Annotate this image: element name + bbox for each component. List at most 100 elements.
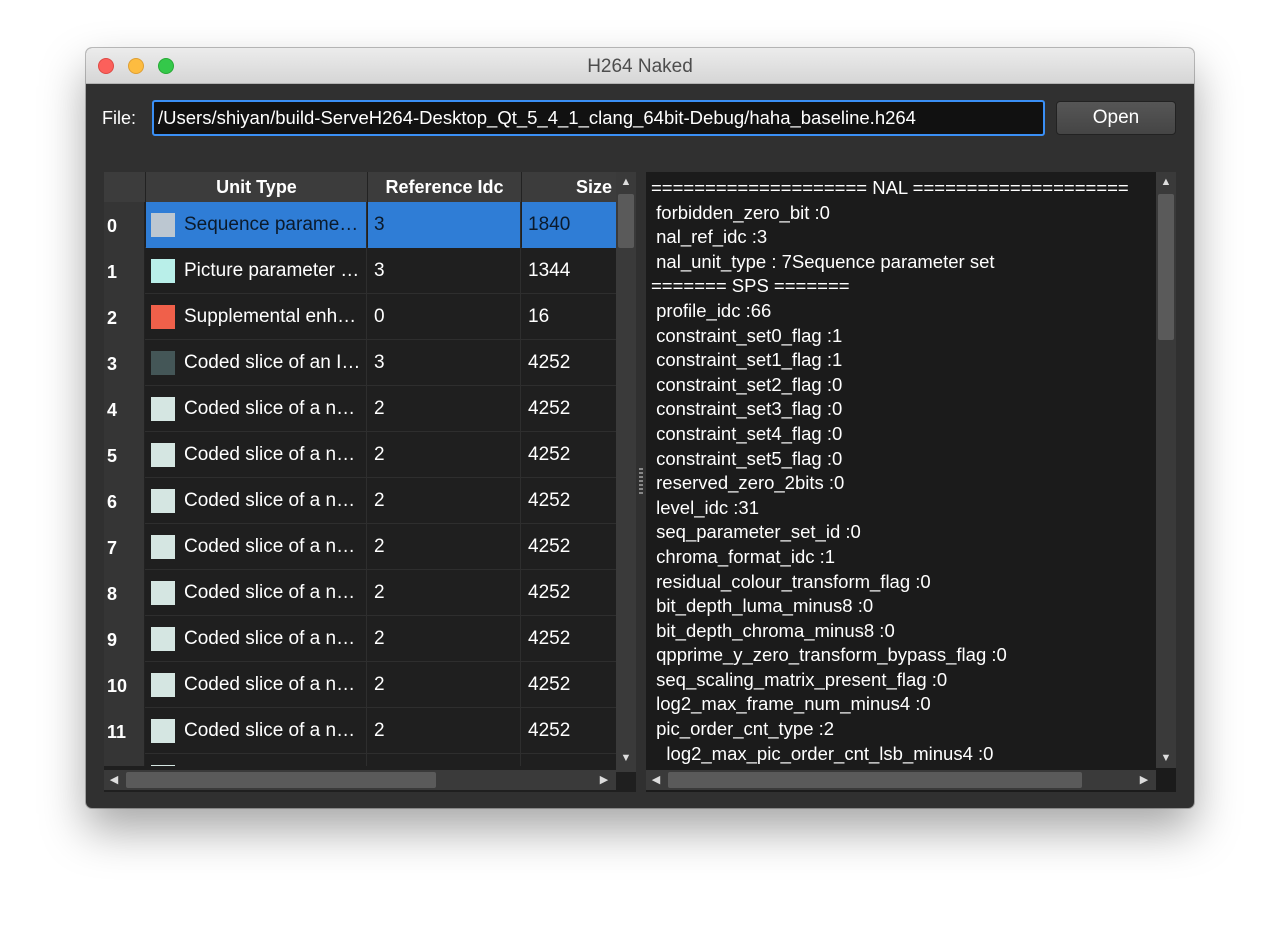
reference-idc-cell[interactable]: 2	[368, 478, 521, 524]
size-cell[interactable]: 4252	[522, 708, 616, 754]
unit-type-cell[interactable]: Coded slice of a non-IDR picture	[146, 478, 367, 524]
table-row[interactable]: 11 Coded slice of a non-IDR picture 24252	[104, 708, 616, 754]
table-vertical-scroll-thumb[interactable]	[618, 194, 634, 248]
reference-idc-cell[interactable]: 2	[368, 662, 521, 708]
row-number[interactable]: 7	[104, 524, 145, 570]
size-cell[interactable]: 4252	[522, 570, 616, 616]
row-number[interactable]: 3	[104, 340, 145, 386]
unit-type-cell[interactable]: Coded slice of a non-IDR picture	[146, 524, 367, 570]
reference-idc-cell[interactable]: 2	[368, 524, 521, 570]
size-cell[interactable]: 4252	[522, 524, 616, 570]
reference-idc-cell[interactable]: 2	[368, 432, 521, 478]
table-row[interactable]: 2 Supplemental enhancement information 016	[104, 294, 616, 340]
nal-details-panel[interactable]: ==================== NAL ===============…	[646, 172, 1176, 792]
row-number[interactable]: 11	[104, 708, 145, 754]
table-row[interactable]: 1 Picture parameter set 3 1344	[104, 248, 616, 294]
file-label: File:	[102, 108, 137, 128]
size-cell[interactable]: 4252	[522, 340, 616, 386]
table-row[interactable]: 4 Coded slice of a non-IDR picture 24252	[104, 386, 616, 432]
detail-line: profile_idc :66	[651, 299, 772, 321]
detail-line: residual_colour_transform_flag :0	[651, 570, 931, 592]
row-number[interactable]: 6	[104, 478, 145, 524]
scroll-up-icon[interactable]: ▲	[616, 172, 636, 192]
unit-type-cell[interactable]: Coded slice of a non-IDR picture	[146, 754, 367, 766]
details-horizontal-scroll-thumb[interactable]	[668, 772, 1082, 788]
reference-idc-cell[interactable]: 2	[368, 570, 521, 616]
size-cell[interactable]: 1344	[522, 248, 616, 294]
unit-type-cell[interactable]: Picture parameter set	[146, 248, 367, 294]
row-number[interactable]: 12	[104, 754, 145, 766]
file-path-input[interactable]	[152, 100, 1045, 136]
size-cell[interactable]: 4252	[522, 754, 616, 766]
size-cell[interactable]: 16	[522, 294, 616, 340]
scroll-up-icon[interactable]: ▲	[1156, 172, 1176, 192]
unit-color-swatch	[151, 213, 175, 237]
row-number[interactable]: 2	[104, 294, 145, 340]
table-row[interactable]: 10 Coded slice of a non-IDR picture 24252	[104, 662, 616, 708]
reference-idc-cell[interactable]: 3	[368, 202, 521, 248]
nal-details-text[interactable]: ==================== NAL ===============…	[646, 172, 1154, 766]
scroll-right-icon[interactable]: ▶	[1134, 770, 1154, 790]
row-number[interactable]: 0	[104, 202, 145, 248]
size-cell[interactable]: 4252	[522, 616, 616, 662]
details-horizontal-scrollbar[interactable]: ◀ ▶	[646, 770, 1156, 790]
unit-type-cell[interactable]: Sequence parameter set	[146, 202, 367, 248]
unit-type-cell[interactable]: Coded slice of a non-IDR picture	[146, 708, 367, 754]
reference-idc-cell[interactable]: 2	[368, 754, 521, 766]
row-number[interactable]: 8	[104, 570, 145, 616]
size-cell[interactable]: 4252	[522, 432, 616, 478]
unit-type-cell[interactable]: Supplemental enhancement information	[146, 294, 367, 340]
table-row[interactable]: 8 Coded slice of a non-IDR picture 24252	[104, 570, 616, 616]
unit-type-cell[interactable]: Coded slice of an IDR picture	[146, 340, 367, 386]
row-number[interactable]: 9	[104, 616, 145, 662]
table-row[interactable]: 6 Coded slice of a non-IDR picture 24252	[104, 478, 616, 524]
row-number[interactable]: 4	[104, 386, 145, 432]
table-vertical-scrollbar[interactable]: ▲ ▼	[616, 172, 636, 772]
table-row[interactable]: 0 Sequence parameter set 31840	[104, 202, 616, 248]
reference-idc-cell[interactable]: 0	[368, 294, 521, 340]
scroll-left-icon[interactable]: ◀	[646, 770, 666, 790]
unit-type-cell[interactable]: Coded slice of a non-IDR picture	[146, 570, 367, 616]
unit-type-cell[interactable]: Coded slice of a non-IDR picture	[146, 386, 367, 432]
title-bar: H264 Naked	[86, 48, 1194, 84]
nal-unit-table[interactable]: Unit Type Reference Idc Size 0 Sequence p…	[104, 172, 636, 792]
table-row[interactable]: 3Coded slice of an IDR picture34252	[104, 340, 616, 386]
header-size[interactable]: Size	[522, 172, 616, 202]
table-horizontal-scroll-thumb[interactable]	[126, 772, 436, 788]
table-row[interactable]: 9 Coded slice of a non-IDR picture 24252	[104, 616, 616, 662]
details-vertical-scrollbar[interactable]: ▲ ▼	[1156, 172, 1176, 768]
table-row[interactable]: 7 Coded slice of a non-IDR picture 24252	[104, 524, 616, 570]
row-number[interactable]: 1	[104, 248, 145, 294]
size-cell[interactable]: 1840	[522, 202, 616, 248]
reference-idc-cell[interactable]: 3	[368, 340, 521, 386]
size-cell[interactable]: 4252	[522, 662, 616, 708]
scroll-right-icon[interactable]: ▶	[594, 770, 614, 790]
unit-color-swatch	[151, 443, 175, 467]
scroll-down-icon[interactable]: ▼	[616, 748, 636, 768]
header-unit-type[interactable]: Unit Type	[146, 172, 368, 202]
header-reference-idc[interactable]: Reference Idc	[368, 172, 522, 202]
unit-color-swatch	[151, 719, 175, 743]
scroll-down-icon[interactable]: ▼	[1156, 748, 1176, 768]
size-cell[interactable]: 4252	[522, 478, 616, 524]
unit-type-cell[interactable]: Coded slice of a non-IDR picture	[146, 662, 367, 708]
row-number[interactable]: 10	[104, 662, 145, 708]
unit-type-cell[interactable]: Coded slice of a non-IDR picture	[146, 432, 367, 478]
reference-idc-cell[interactable]: 2	[368, 708, 521, 754]
unit-type-cell[interactable]: Coded slice of a non-IDR picture	[146, 616, 367, 662]
detail-line: constraint_set4_flag :0	[651, 422, 843, 444]
reference-idc-cell[interactable]: 2	[368, 386, 521, 432]
details-vertical-scroll-thumb[interactable]	[1158, 194, 1174, 340]
row-number[interactable]: 5	[104, 432, 145, 478]
splitter-handle[interactable]	[639, 468, 643, 496]
detail-line: level_idc :31	[651, 496, 759, 518]
table-row[interactable]: 12 Coded slice of a non-IDR picture 24252	[104, 754, 616, 766]
scroll-left-icon[interactable]: ◀	[104, 770, 124, 790]
table-horizontal-scrollbar[interactable]: ◀ ▶	[104, 770, 616, 790]
reference-idc-cell[interactable]: 2	[368, 616, 521, 662]
open-button[interactable]: Open	[1056, 101, 1176, 135]
unit-type-text: Picture parameter set	[184, 260, 362, 281]
table-row[interactable]: 5 Coded slice of a non-IDR picture 24252	[104, 432, 616, 478]
size-cell[interactable]: 4252	[522, 386, 616, 432]
reference-idc-cell[interactable]: 3	[368, 248, 521, 294]
